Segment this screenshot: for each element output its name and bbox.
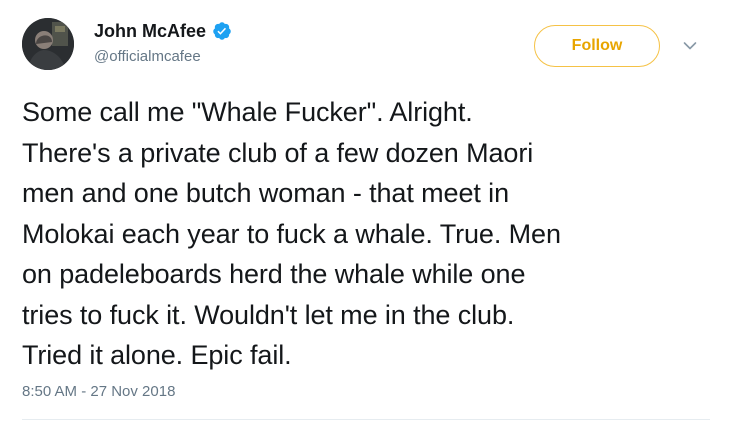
follow-button[interactable]: Follow [534, 25, 660, 67]
tweet-timestamp[interactable]: 8:50 AM - 27 Nov 2018 [22, 382, 175, 402]
author-info: John McAfee @officialmcafee [94, 20, 232, 66]
tweet-card: John McAfee @officialmcafee Follow Some … [0, 0, 732, 426]
author-handle[interactable]: @officialmcafee [94, 48, 232, 66]
chevron-down-icon [683, 42, 697, 50]
avatar-image [22, 18, 74, 70]
verified-badge-icon [212, 21, 232, 41]
name-row: John McAfee [94, 20, 232, 42]
tweet-text: Some call me "Whale Fucker". Alright. Th… [22, 97, 561, 370]
more-options-button[interactable] [680, 36, 700, 56]
divider [22, 419, 710, 420]
author-avatar[interactable] [22, 18, 74, 70]
author-display-name[interactable]: John McAfee [94, 20, 206, 42]
